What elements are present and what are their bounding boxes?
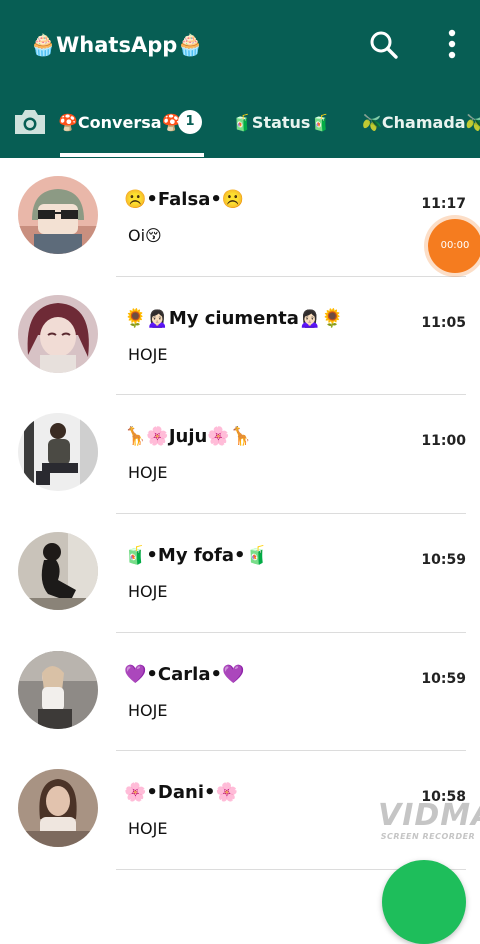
screen-recorder-bubble[interactable]: 00:00	[428, 219, 480, 273]
chat-name: ☹️•Falsa•☹️	[124, 189, 245, 210]
chat-preview: HOJE	[128, 700, 168, 720]
chat-name: 🧃•My fofa•🧃	[124, 545, 268, 567]
active-tab-indicator	[60, 153, 204, 157]
camera-icon	[15, 110, 45, 134]
tab-status[interactable]: 🧃Status🧃	[232, 108, 330, 138]
watermark-subtitle: SCREEN RECORDER	[380, 832, 476, 841]
chat-row[interactable]: 🧃•My fofa•🧃 10:59 HOJE	[0, 514, 480, 633]
avatar[interactable]	[18, 294, 98, 373]
app-header: 🧁WhatsApp🧁 🍄Conversa🍄 1 🧃Status🧃 🫒Chamad…	[0, 0, 480, 158]
chat-name: 🌸•Dani•🌸	[124, 782, 238, 804]
chat-list[interactable]: ☹️•Falsa•☹️ 11:17 Oi😚 🌻🙍🏻‍♀️My ciumenta🙍…	[0, 158, 480, 890]
avatar[interactable]	[18, 650, 98, 729]
recorder-watermark: VIDMA SCREEN RECORDER	[378, 798, 480, 842]
tab-calls[interactable]: 🫒Chamada🫒	[362, 108, 480, 138]
chats-unread-badge: 1	[178, 110, 202, 134]
more-vert-icon	[448, 29, 456, 59]
chat-time: 10:59	[421, 552, 466, 569]
search-icon	[370, 31, 398, 59]
chat-time: 11:17	[421, 196, 466, 212]
chat-name: 🦒🌸Juju🌸🦒	[124, 426, 253, 448]
chat-preview: HOJE	[128, 819, 168, 839]
chat-time: 11:00	[421, 433, 466, 450]
more-options-button[interactable]	[440, 27, 464, 63]
search-button[interactable]	[366, 27, 402, 63]
tab-chats[interactable]: 🍄Conversa🍄	[58, 108, 181, 138]
avatar[interactable]	[18, 413, 98, 492]
avatar[interactable]	[18, 176, 98, 254]
avatar[interactable]	[18, 532, 98, 611]
new-chat-button[interactable]	[382, 860, 466, 944]
app-title: 🧁WhatsApp🧁	[30, 33, 204, 57]
chat-name: 🌻🙍🏻‍♀️My ciumenta🙍🏻‍♀️🌻	[124, 307, 344, 329]
chat-row[interactable]: 🌻🙍🏻‍♀️My ciumenta🙍🏻‍♀️🌻 11:05 HOJE	[0, 277, 480, 396]
avatar[interactable]	[18, 769, 98, 848]
chat-preview: HOJE	[128, 463, 168, 483]
chat-time: 11:05	[421, 314, 466, 331]
chat-preview: Oi😚	[128, 226, 162, 245]
chat-preview: HOJE	[128, 582, 168, 602]
chat-time: 10:59	[421, 670, 466, 687]
tab-camera[interactable]	[12, 106, 48, 138]
tab-bar: 🍄Conversa🍄 1 🧃Status🧃 🫒Chamada🫒	[0, 100, 480, 158]
chat-preview: HOJE	[128, 344, 168, 364]
watermark-logo: VIDMA	[378, 798, 480, 833]
chat-row[interactable]: ☹️•Falsa•☹️ 11:17 Oi😚	[0, 158, 480, 277]
chat-row[interactable]: 🦒🌸Juju🌸🦒 11:00 HOJE	[0, 395, 480, 515]
chat-name: 💜•Carla•💜	[124, 663, 245, 685]
chat-row[interactable]: 💜•Carla•💜 10:59 HOJE	[0, 633, 480, 752]
